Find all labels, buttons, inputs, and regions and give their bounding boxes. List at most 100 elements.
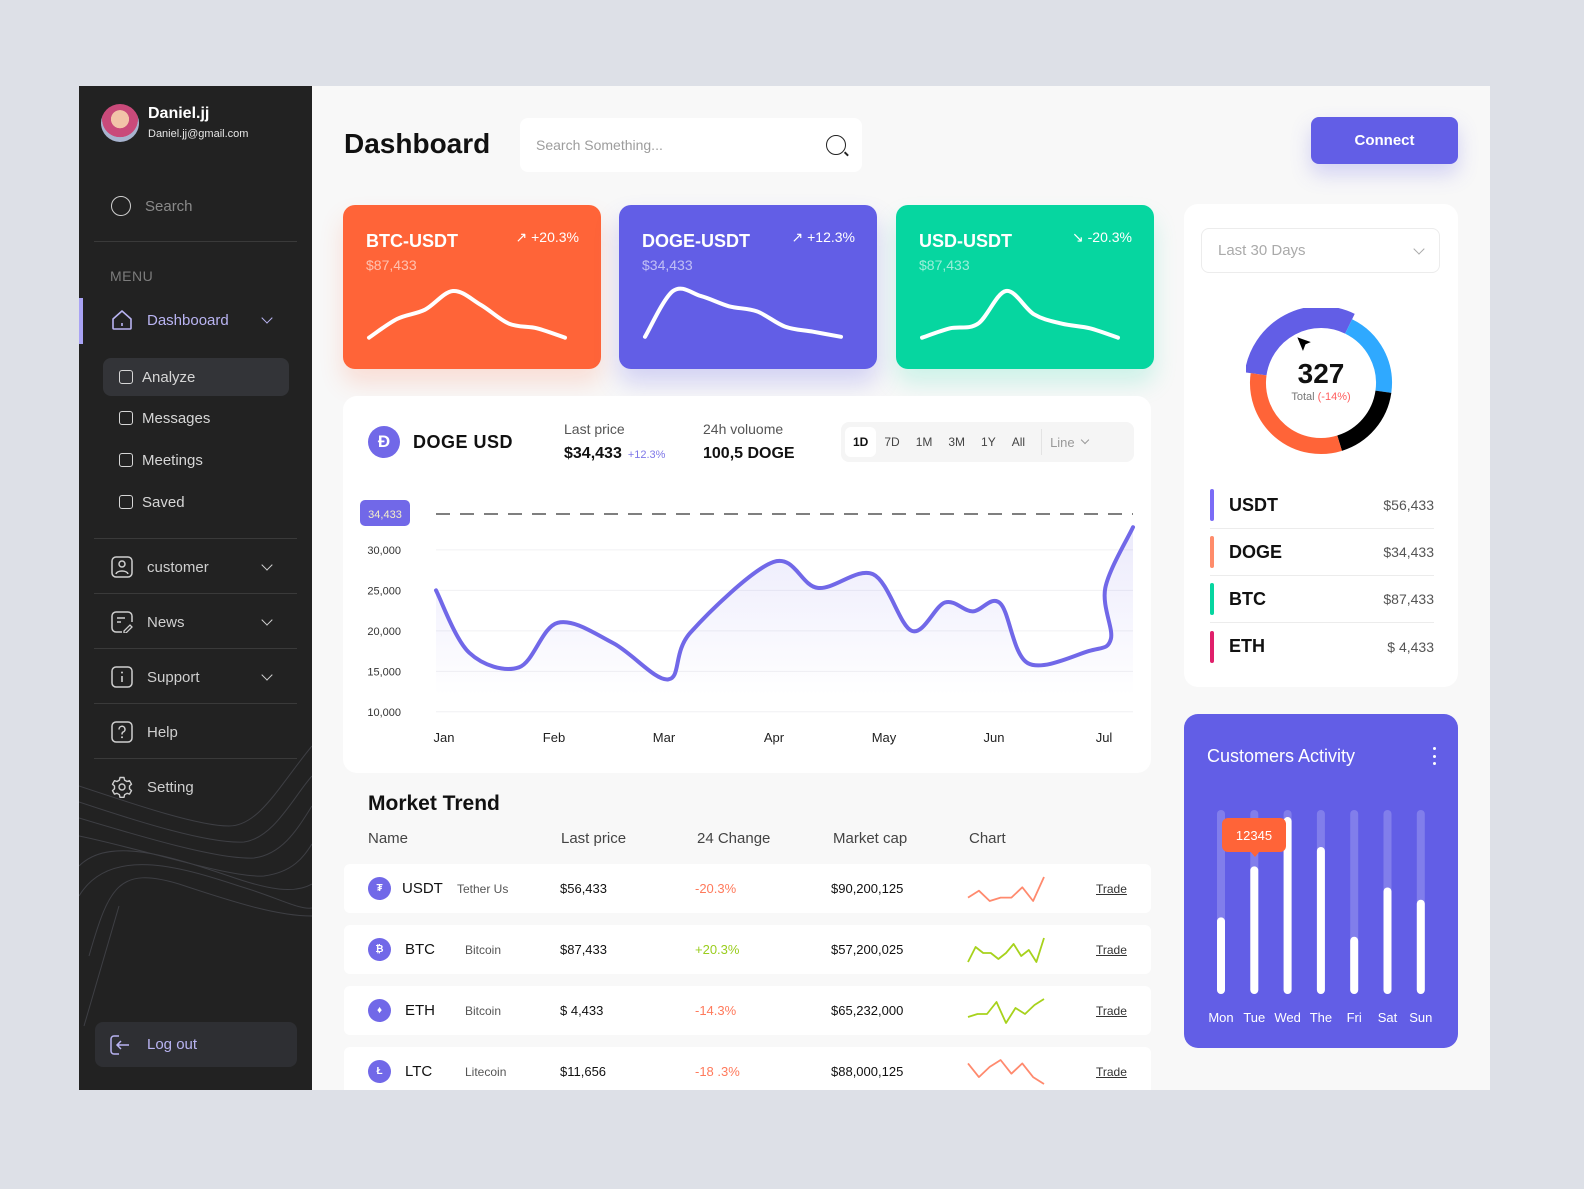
trade-link[interactable]: Trade <box>1096 1047 1127 1090</box>
table-row[interactable]: ₮ USDT Tether Us $56,433 -20.3% $90,200,125 Tr… <box>344 864 1151 913</box>
asset-name: ETH <box>1229 636 1265 656</box>
menu-label: MENU <box>110 268 154 284</box>
customers-activity-card: Customers Activity 12345 Mon Tue Wed The Fri… <box>1184 714 1458 1048</box>
coin-sparkline <box>967 997 1045 1024</box>
sidebar-search[interactable]: Search <box>111 196 193 216</box>
donut-subtitle: Total (-14%) <box>1291 391 1351 403</box>
coin-icon: ♦ <box>368 999 391 1022</box>
ticker-pair: DOGE-USDT <box>642 231 750 251</box>
sidebar-item-label: customer <box>147 558 209 576</box>
column-header-name: Name <box>368 830 409 847</box>
decorative-lines <box>79 745 312 1027</box>
divider <box>94 703 297 704</box>
ticker-price: $87,433 <box>366 257 417 273</box>
coin-symbol: BTC <box>405 941 435 958</box>
asset-value: $ 4,433 <box>1387 638 1434 655</box>
timeframe-3m[interactable]: 3M <box>940 427 973 457</box>
column-header-price: Last price <box>561 830 627 847</box>
asset-value: $34,433 <box>1383 544 1434 560</box>
ticker-pair: BTC-USDT <box>366 231 458 251</box>
divider <box>94 648 297 649</box>
table-row[interactable]: Ł LTC Litecoin $11,656 -18 .3% $88,000,125 Tra… <box>344 1047 1151 1090</box>
asset-row-eth[interactable]: ETH $ 4,433 <box>1210 623 1434 670</box>
color-swatch <box>1210 489 1214 521</box>
sidebar-subitem-analyze[interactable]: Analyze <box>103 358 289 396</box>
y-tick-label: 30,000 <box>367 545 401 557</box>
sidebar-item-setting[interactable]: Setting <box>111 775 281 799</box>
sidebar-subitem-label: Meetings <box>142 451 203 469</box>
sidebar-item-dashboard[interactable]: Dashbooard <box>111 308 281 332</box>
search-icon[interactable] <box>826 135 846 155</box>
coin-change: -20.3% <box>695 881 737 896</box>
coin-symbol: USDT <box>402 880 443 897</box>
sidebar-search-label: Search <box>145 197 193 215</box>
arrow-up-right-icon: ↗ <box>791 229 808 245</box>
trade-link[interactable]: Trade <box>1096 864 1127 913</box>
timeframe-1y[interactable]: 1Y <box>973 427 1004 457</box>
sidebar-item-label: Setting <box>147 778 194 796</box>
chart-type-dropdown[interactable]: Line <box>1050 435 1089 450</box>
range-dropdown[interactable]: Last 30 Days <box>1201 228 1440 273</box>
sidebar-item-label: Dashbooard <box>147 311 229 329</box>
ticker-price: $87,433 <box>919 257 970 273</box>
ticker-card-usd[interactable]: USD-USDT $87,433 ↘ -20.3% <box>896 205 1154 369</box>
sidebar-item-customer[interactable]: customer <box>111 555 281 579</box>
user-profile[interactable]: Daniel.jj Daniel.jj@gmail.com <box>101 104 248 142</box>
range-value: Last 30 Days <box>1218 242 1306 259</box>
ticker-sparkline <box>920 289 1120 340</box>
sidebar-item-label: News <box>147 613 185 631</box>
trade-link[interactable]: Trade <box>1096 925 1127 974</box>
coin-market-cap: $90,200,125 <box>831 881 904 896</box>
coin-price: $56,433 <box>560 881 607 896</box>
search-input[interactable] <box>536 137 826 153</box>
coin-market-cap: $57,200,025 <box>831 942 904 957</box>
sidebar-subitem-meetings[interactable]: Meetings <box>103 441 289 479</box>
chevron-down-icon[interactable] <box>261 669 273 681</box>
coin-sparkline <box>967 876 1045 902</box>
x-tick-label: Jun <box>984 730 1005 745</box>
help-icon <box>111 721 133 743</box>
timeframe-1d[interactable]: 1D <box>845 427 877 457</box>
asset-row-btc[interactable]: BTC $87,433 <box>1210 576 1434 623</box>
chevron-down-icon[interactable] <box>261 614 273 626</box>
chevron-down-icon[interactable] <box>261 312 273 324</box>
day-label: Sun <box>1409 1010 1433 1025</box>
ticker-sparkline <box>367 288 567 340</box>
ticker-card-btc[interactable]: BTC-USDT $87,433 ↗ +20.3% <box>343 205 601 369</box>
column-header-marketcap: Market cap <box>833 830 908 847</box>
y-tick-label: 20,000 <box>367 626 401 638</box>
logout-button[interactable]: Log out <box>95 1022 297 1067</box>
sidebar-item-help[interactable]: Help <box>111 720 281 744</box>
sidebar-item-news[interactable]: News <box>111 610 281 634</box>
ticker-pair: USD-USDT <box>919 231 1012 251</box>
coin-price: $87,433 <box>560 942 607 957</box>
asset-row-usdt[interactable]: USDT $56,433 <box>1210 482 1434 529</box>
timeframe-all[interactable]: All <box>1004 427 1033 457</box>
last-price-value: $34,433 +12.3% <box>564 445 666 462</box>
chart-area-fill <box>436 527 1133 696</box>
gear-icon <box>111 776 133 798</box>
chevron-down-icon[interactable] <box>261 559 273 571</box>
sidebar-item-support[interactable]: Support <box>111 665 281 689</box>
timeframe-1m[interactable]: 1M <box>908 427 941 457</box>
color-swatch <box>1210 630 1214 663</box>
coin-market-cap: $65,232,000 <box>831 1003 904 1018</box>
sidebar-item-label: Support <box>147 668 200 686</box>
cursor-pointer-icon <box>1295 335 1314 354</box>
ticker-card-doge[interactable]: DOGE-USDT $34,433 ↗ +12.3% <box>619 205 877 369</box>
table-row[interactable]: ♦ ETH Bitcoin $ 4,433 -14.3% $65,232,000 Trade <box>344 986 1151 1035</box>
divider <box>94 538 297 539</box>
asset-row-doge[interactable]: DOGE $34,433 <box>1210 529 1434 576</box>
chevron-down-icon <box>1413 242 1425 255</box>
timeframe-7d[interactable]: 7D <box>876 427 907 457</box>
sidebar-subitem-messages[interactable]: Messages <box>103 399 289 437</box>
coin-pair-name: DOGE USD <box>413 432 514 452</box>
x-tick-label: Jul <box>1096 730 1113 745</box>
asset-name: DOGE <box>1229 541 1283 562</box>
trade-link[interactable]: Trade <box>1096 986 1127 1035</box>
connect-button[interactable]: Connect <box>1311 117 1458 164</box>
table-row[interactable]: ₿ BTC Bitcoin $87,433 +20.3% $57,200,025 Trade <box>344 925 1151 974</box>
coin-price: $ 4,433 <box>560 1003 604 1018</box>
sidebar-subitem-saved[interactable]: Saved <box>103 483 289 521</box>
user-icon <box>111 556 133 578</box>
